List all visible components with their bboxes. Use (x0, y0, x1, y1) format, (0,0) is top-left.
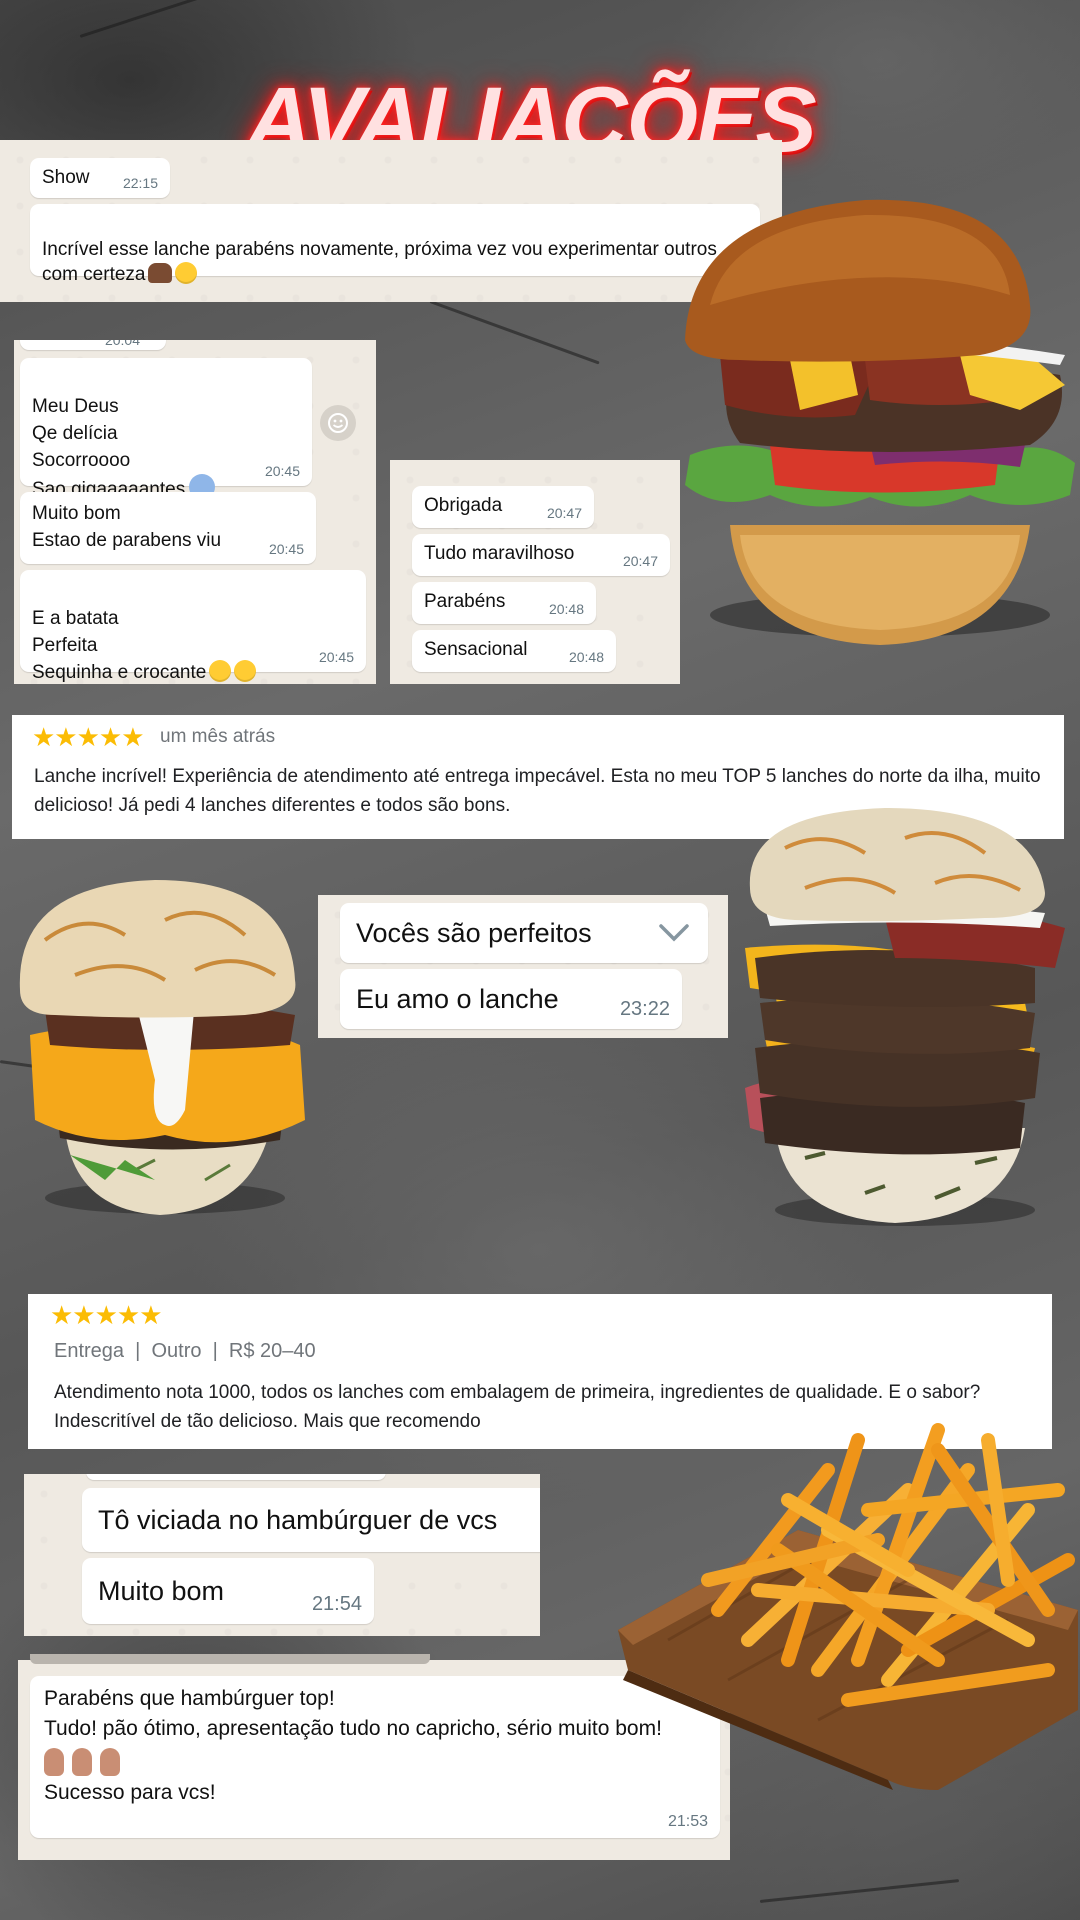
message-time: 20:45 (264, 463, 300, 479)
chat-message: Tudo maravilhoso 20:47 (412, 534, 670, 576)
grinning-face-emoji-icon (175, 262, 198, 284)
burger-image (745, 808, 1065, 1226)
message-text: Muito bom Estao de parabens viu (32, 503, 222, 551)
message-text: Muito bom (98, 1576, 225, 1606)
praying-hands-emoji-icon (100, 1748, 120, 1776)
chat-message: Vocês são perfeitos (340, 903, 708, 963)
chat-message: Incrível esse lanche parabéns novamente,… (30, 204, 760, 285)
message-text: Vocês são perfeitos (356, 918, 592, 948)
message-text: Tudo maravilhoso (424, 543, 575, 564)
raised-hands-emoji-icon (148, 263, 173, 283)
chat-screenshot-3: Obrigada 20:47 Tudo maravilhoso 20:47 Pa… (390, 460, 680, 684)
message-text: Show (42, 167, 90, 188)
chat-message: Parabéns 20:48 (412, 582, 596, 624)
fries-board-image (618, 1423, 1078, 1790)
message-text-content: Incrível esse lanche parabéns novamente,… (42, 239, 717, 285)
chat-message-cut (86, 1474, 386, 1480)
message-time: 20:47 (622, 553, 658, 569)
message-time: 20:04 (104, 340, 140, 348)
smiling-face-emoji-icon (234, 660, 257, 682)
message-text: Incrível esse lanche parabéns novamente,… (42, 212, 752, 287)
message-time: 21:53 (667, 1813, 708, 1830)
burger-image (685, 199, 1075, 645)
review-date: um mês atrás (160, 726, 276, 747)
review-meta: Entrega | Outro | R$ 20–40 (54, 1340, 316, 1362)
message-text-content: Meu Deus Qe delícia Socorroooo Sao gigaa… (32, 396, 186, 500)
praying-hands-emoji-icon (44, 1748, 64, 1776)
message-time: 20:48 (548, 601, 584, 617)
message-text-content: E a batata Perfeita Sequinha e crocante (32, 608, 207, 683)
chevron-down-icon[interactable] (658, 923, 690, 943)
message-time: 20:45 (318, 649, 354, 665)
message-text: Meu Deus Qe delícia Socorroooo Sao gigaa… (32, 366, 216, 503)
smiling-face-emoji-icon (209, 660, 232, 682)
chat-message: Muito bom Estao de parabens viu 20:45 (20, 492, 316, 564)
message-time: 20:45 (268, 541, 304, 557)
message-time: 22:15 (122, 175, 158, 191)
chat-message: Show 22:15 (30, 158, 170, 198)
message-text: Obrigada (424, 495, 503, 516)
message-text: Tô viciada no hambúrguer de vcs (98, 1505, 498, 1535)
message-time: 21:54 (311, 1593, 362, 1615)
chat-screenshot-4: Vocês são perfeitos Eu amo o lanche 23:2… (318, 895, 728, 1038)
chat-screenshot-5: Tô viciada no hambúrguer de vcs Muito bo… (24, 1474, 540, 1636)
message-time: 20:48 (568, 649, 604, 665)
message-text: E a batata Perfeita Sequinha e crocante (32, 578, 257, 684)
praying-hands-emoji-icon (72, 1748, 92, 1776)
message-time: 20:47 (546, 505, 582, 521)
chat-message: Obrigada 20:47 (412, 486, 594, 528)
message-time: 23:22 (619, 998, 670, 1020)
quoted-bar (30, 1654, 430, 1664)
chat-message: Eu amo o lanche 23:22 (340, 969, 682, 1029)
chat-message-cut: 20:04 (20, 340, 166, 350)
chat-message: E a batata Perfeita Sequinha e crocante … (20, 570, 366, 683)
message-text: Parabéns (424, 591, 506, 612)
chat-message: Sensacional 20:48 (412, 630, 616, 672)
burger-image (19, 880, 305, 1215)
chat-screenshot-2: 20:04 Meu Deus Qe delícia Socorroooo Sao… (14, 340, 376, 684)
message-text: Sensacional (424, 639, 528, 660)
chat-message: Tô viciada no hambúrguer de vcs (82, 1488, 540, 1552)
chat-screenshot-1: Show 22:15 Incrível esse lanche parabéns… (0, 140, 782, 302)
message-text: Eu amo o lanche (356, 984, 559, 1014)
star-rating: ★★★★★ (50, 1300, 163, 1330)
smiley-icon[interactable] (320, 405, 356, 441)
chat-message: Meu Deus Qe delícia Socorroooo Sao gigaa… (20, 358, 312, 500)
message-text: Sucesso para vcs! (44, 1781, 216, 1804)
chat-message: Muito bom 21:54 (82, 1558, 374, 1624)
emoji-row (44, 1748, 128, 1776)
star-rating: ★★★★★ (32, 722, 145, 752)
